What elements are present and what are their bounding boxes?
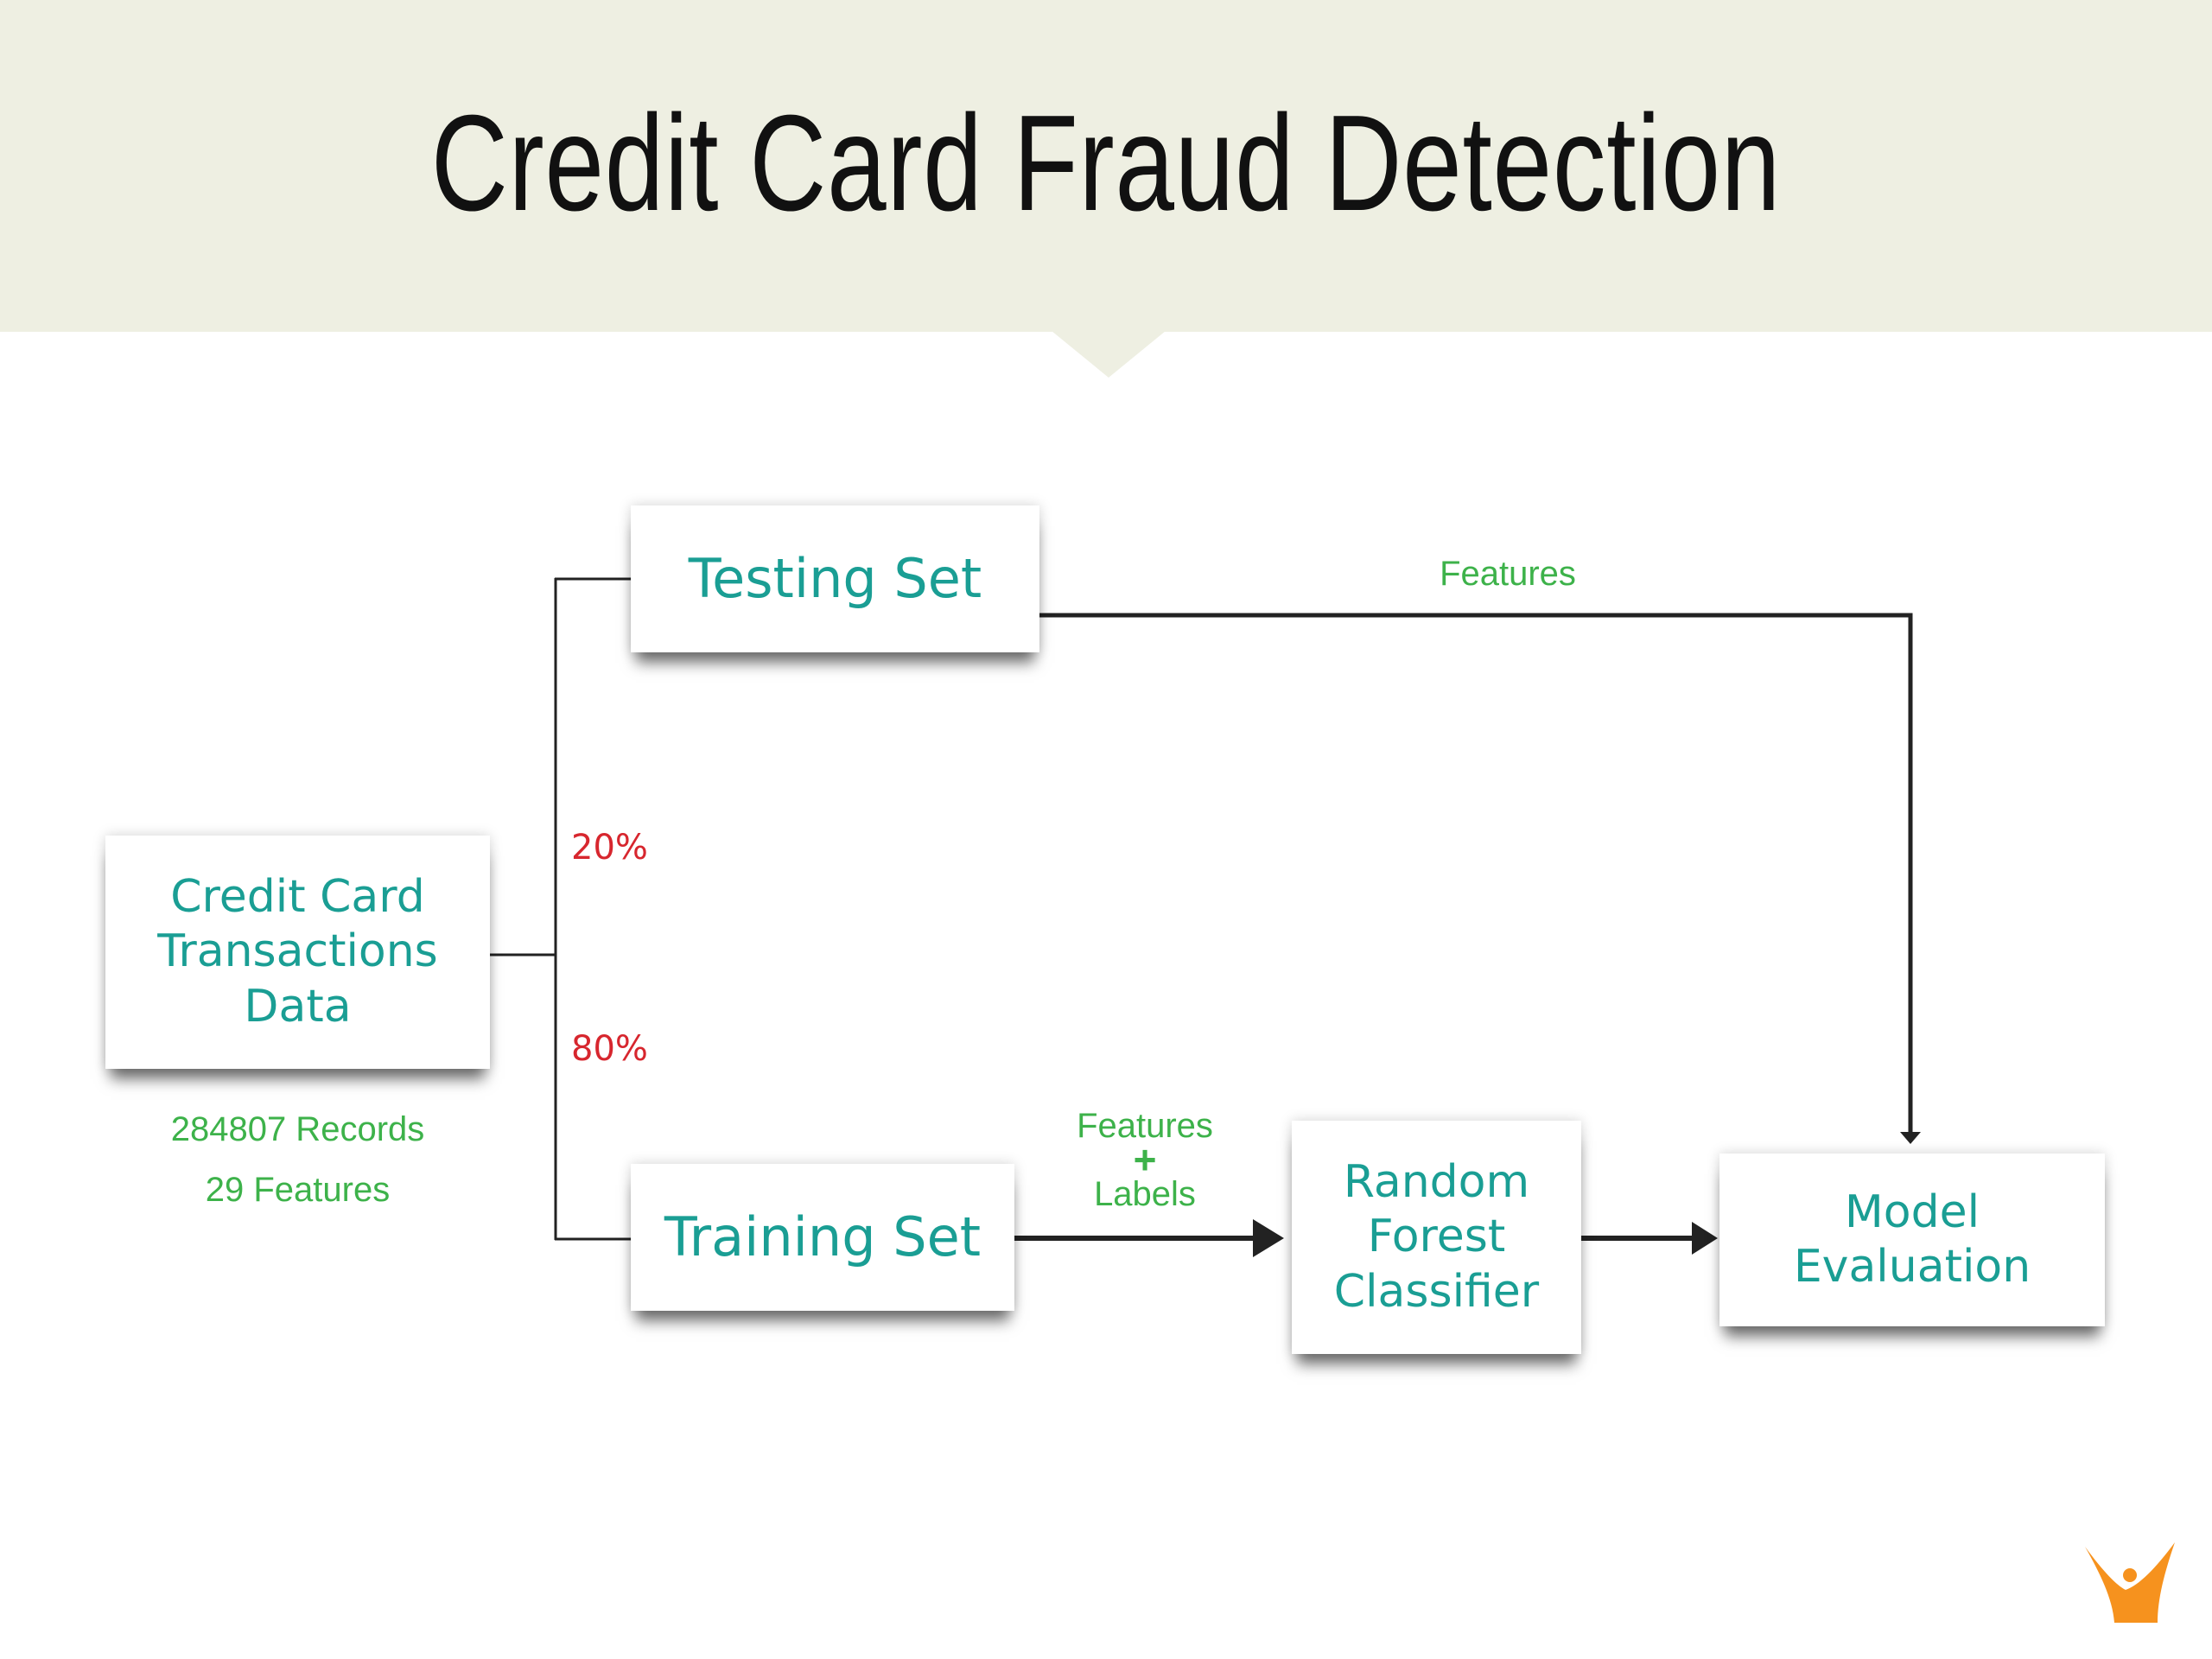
random-forest-node: Random Forest Classifier — [1292, 1121, 1581, 1354]
testing-features-edge-label: Features — [1440, 555, 1576, 593]
source-node: Credit Card Transactions Data — [105, 836, 490, 1069]
source-node-line-3: Data — [244, 980, 352, 1033]
source-node-line-1: Credit Card — [170, 870, 425, 923]
person-v-logo-icon — [2085, 1542, 2175, 1623]
training-edge-labels: Labels — [1094, 1174, 1196, 1213]
training-to-classifier-arrowhead — [1253, 1219, 1284, 1257]
testing-to-evaluation-edge — [1039, 613, 1913, 1134]
evaluation-line-1: Model — [1844, 1185, 1980, 1238]
test-split-percent: 20% — [571, 828, 648, 868]
evaluation-line-2: Evaluation — [1793, 1241, 2031, 1293]
classifier-to-evaluation-arrowhead — [1692, 1222, 1718, 1255]
source-node-line-2: Transactions — [157, 925, 438, 978]
connector-lines — [490, 577, 1921, 1257]
training-edge-label: Features + Labels — [1015, 1108, 1274, 1212]
source-features-label: 29 Features — [205, 1171, 391, 1209]
classifier-line-3: Classifier — [1333, 1265, 1540, 1318]
source-records-label: 284807 Records — [170, 1110, 425, 1148]
classifier-line-2: Forest — [1367, 1211, 1506, 1263]
classifier-line-1: Random — [1343, 1155, 1530, 1208]
train-split-percent: 80% — [571, 1029, 648, 1069]
training-set-label: Training Set — [664, 1205, 982, 1269]
training-edge-plus: + — [1133, 1137, 1157, 1182]
testing-set-label: Testing Set — [688, 547, 982, 611]
model-evaluation-node: Model Evaluation — [1719, 1154, 2105, 1326]
testing-set-node: Testing Set — [631, 505, 1039, 652]
training-set-node: Training Set — [631, 1164, 1014, 1311]
testing-to-evaluation-arrowhead — [1900, 1132, 1921, 1144]
